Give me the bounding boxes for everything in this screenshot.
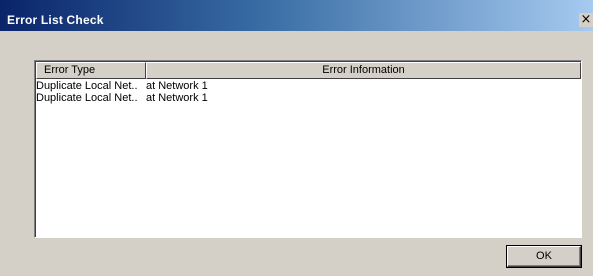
column-header-error-information[interactable]: Error Information	[146, 62, 581, 79]
window-title: Error List Check	[7, 13, 104, 27]
list-item[interactable]: Duplicate Local Net.. at Network 1	[36, 92, 581, 104]
ok-button[interactable]: OK	[507, 246, 581, 267]
error-list[interactable]: Error Type Error Information Duplicate L…	[34, 60, 582, 238]
error-list-check-dialog: Error List Check × Error Type Error Info…	[0, 0, 593, 276]
list-header: Error Type Error Information	[36, 62, 581, 79]
list-rows: Duplicate Local Net.. at Network 1 Dupli…	[36, 80, 581, 104]
column-header-error-type[interactable]: Error Type	[36, 62, 146, 79]
error-type-cell: Duplicate Local Net..	[36, 80, 138, 92]
close-icon[interactable]: ×	[579, 13, 593, 27]
title-bar[interactable]: Error List Check ×	[0, 0, 593, 31]
error-type-cell: Duplicate Local Net..	[36, 92, 138, 104]
error-information-cell: at Network 1	[146, 92, 208, 104]
list-item[interactable]: Duplicate Local Net.. at Network 1	[36, 80, 581, 92]
error-information-cell: at Network 1	[146, 80, 208, 92]
